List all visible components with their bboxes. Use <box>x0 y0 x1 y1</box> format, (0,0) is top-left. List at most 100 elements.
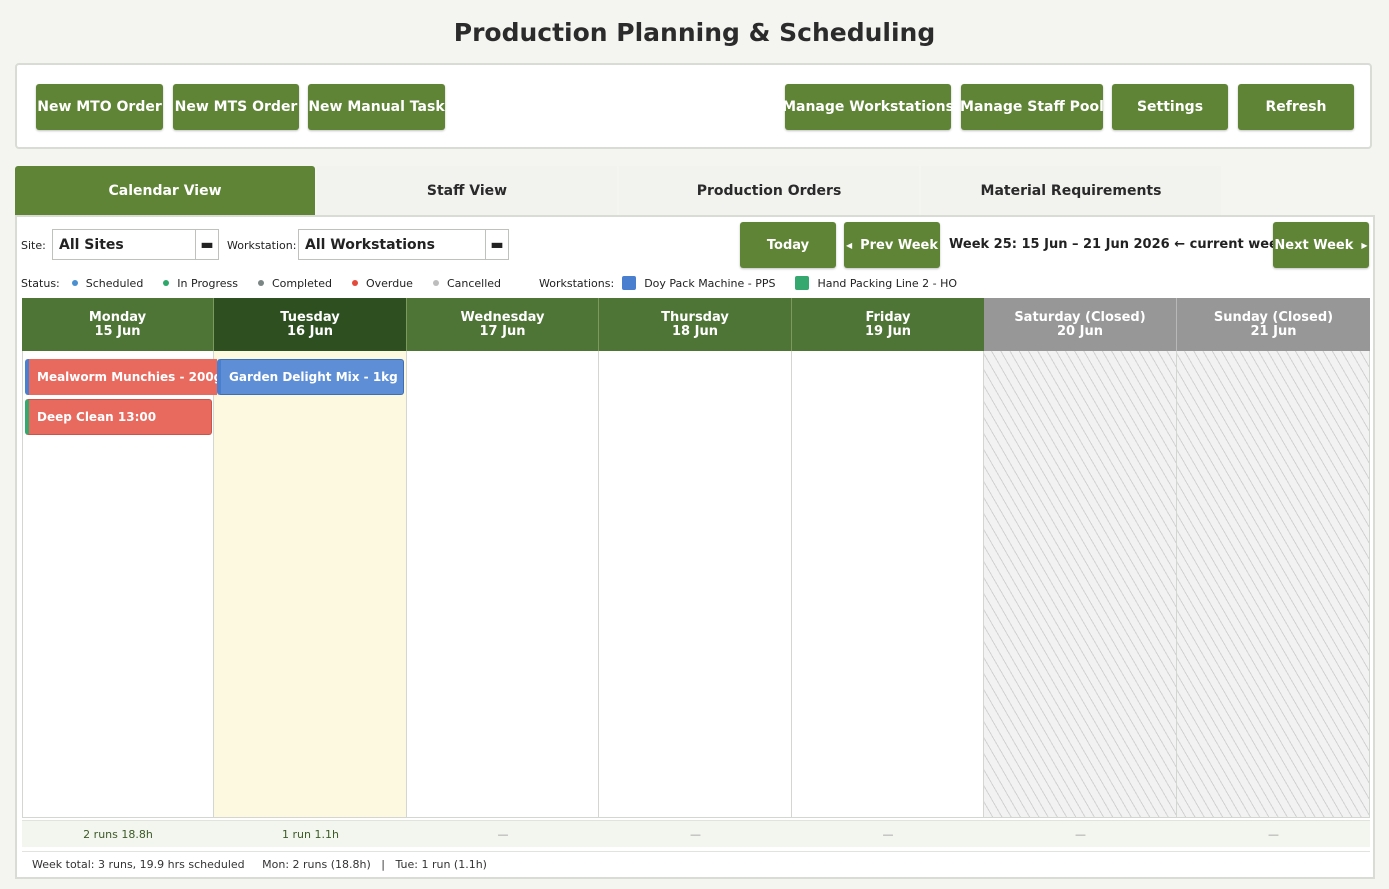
day-date: 17 Jun <box>479 323 526 339</box>
dropdown-icon[interactable]: ▬ <box>485 230 508 259</box>
toolbar: New MTO Order New MTS Order New Manual T… <box>15 63 1372 149</box>
prev-week-label: Prev Week <box>860 237 939 253</box>
legend-item-completed: Completed <box>257 276 332 290</box>
new-mto-order-button[interactable]: New MTO Order <box>36 84 163 130</box>
legend-label: Completed <box>271 276 332 290</box>
prev-week-button[interactable]: ◀ Prev Week <box>844 222 940 268</box>
tab-production-orders[interactable]: Production Orders <box>619 166 919 215</box>
site-select[interactable]: All Sites ▬ <box>52 229 219 260</box>
legend-label: Hand Packing Line 2 - HO <box>817 276 958 290</box>
dropdown-icon[interactable]: ▬ <box>195 230 218 259</box>
day-header: Thursday 18 Jun <box>599 298 792 351</box>
refresh-button[interactable]: Refresh <box>1238 84 1354 130</box>
day-name: Wednesday <box>460 309 545 325</box>
day-name: Sunday (Closed) <box>1213 309 1334 325</box>
tab-staff-view[interactable]: Staff View <box>317 166 617 215</box>
day-date: 18 Jun <box>672 323 718 339</box>
legend-label: Doy Pack Machine - PPS <box>644 276 776 290</box>
legend-item-hand-packing: Hand Packing Line 2 - HO <box>795 276 957 290</box>
next-week-label: Next Week <box>1274 237 1354 253</box>
day-summary-tuesday: 1 run 1.1h <box>282 827 339 841</box>
event-deep-clean[interactable]: Deep Clean 13:00 <box>25 399 212 435</box>
workstation-select-value: All Workstations <box>305 236 435 253</box>
new-manual-task-button[interactable]: New Manual Task <box>308 84 445 130</box>
status-legend: Status: Scheduled In Progress Completed … <box>21 276 957 290</box>
legend-item-in-progress: In Progress <box>163 277 238 290</box>
day-column-wednesday[interactable]: Wednesday 17 Jun <box>407 298 599 818</box>
workstation-select[interactable]: All Workstations ▬ <box>298 229 509 260</box>
workstation-label: Workstation: <box>227 239 297 252</box>
day-column-sunday[interactable]: Sunday (Closed) 21 Jun <box>1177 298 1370 818</box>
day-date: 15 Jun <box>94 323 141 339</box>
day-summary-thursday: — <box>690 827 701 841</box>
day-body-closed <box>984 351 1177 818</box>
day-summary-monday: 2 runs 18.8h <box>83 827 153 841</box>
legend-label: In Progress <box>177 276 238 290</box>
day-header: Saturday (Closed) 20 Jun <box>984 298 1177 351</box>
view-tabs: Calendar View Staff View Production Orde… <box>15 166 1222 215</box>
day-header: Monday 15 Jun <box>22 298 214 351</box>
legend-item-scheduled: Scheduled <box>71 276 144 290</box>
day-name: Tuesday <box>280 309 340 325</box>
tab-calendar-view[interactable]: Calendar View <box>15 166 315 215</box>
day-summary-sunday: — <box>1268 827 1279 841</box>
day-header: Tuesday 16 Jun <box>214 298 407 351</box>
status-dot-icon <box>257 280 264 286</box>
day-summary-row: 2 runs 18.8h 1 run 1.1h — — — — — <box>22 820 1370 847</box>
day-header: Sunday (Closed) 21 Jun <box>1177 298 1370 351</box>
legend-label: Cancelled <box>446 276 502 290</box>
arrow-left-icon: ◀ <box>845 240 853 250</box>
day-header: Wednesday 17 Jun <box>407 298 599 351</box>
site-select-value: All Sites <box>59 236 124 253</box>
day-column-thursday[interactable]: Thursday 18 Jun <box>599 298 792 818</box>
color-swatch-icon <box>795 276 810 290</box>
day-name: Saturday (Closed) <box>1014 309 1146 325</box>
manage-workstations-button[interactable]: Manage Workstations <box>782 84 954 130</box>
today-button[interactable]: Today <box>740 222 836 268</box>
day-column-friday[interactable]: Friday 19 Jun <box>792 298 984 818</box>
legend-item-doy-pack: Doy Pack Machine - PPS <box>622 276 775 290</box>
day-summary-friday: — <box>882 827 894 841</box>
next-week-button[interactable]: Next Week ▶ <box>1273 222 1369 268</box>
day-name: Friday <box>865 309 911 325</box>
day-summary-saturday: — <box>1075 827 1086 841</box>
day-body[interactable] <box>792 351 984 818</box>
status-dot-icon <box>432 280 439 286</box>
day-name: Thursday <box>661 309 729 325</box>
status-dot-icon <box>351 280 358 286</box>
status-dot-icon <box>71 280 78 286</box>
week-info: Week 25: 15 Jun – 21 Jun 2026 ← current … <box>949 237 1287 252</box>
legend-item-overdue: Overdue <box>351 276 413 290</box>
manage-staff-pool-button[interactable]: Manage Staff Pool <box>960 84 1104 130</box>
status-dot-icon <box>163 280 170 286</box>
day-column-saturday[interactable]: Saturday (Closed) 20 Jun <box>984 298 1177 818</box>
day-name: Monday <box>88 309 147 325</box>
status-legend-label: Status: <box>21 276 60 290</box>
event-garden-delight-mix[interactable]: Garden Delight Mix - 1kg 15:... <box>217 359 404 395</box>
legend-label: Overdue <box>365 276 413 290</box>
calendar-grid: Monday 15 Jun Tuesday 16 Jun Wednesday 17 J… <box>22 298 1370 818</box>
day-date: 21 Jun <box>1250 323 1297 339</box>
settings-button[interactable]: Settings <box>1112 84 1228 130</box>
day-date: 16 Jun <box>287 323 333 339</box>
week-total-footer: Week total: 3 runs, 19.9 hrs scheduled M… <box>22 851 1370 877</box>
tab-material-requirements[interactable]: Material Requirements <box>921 166 1221 215</box>
page-title: Production Planning & Scheduling <box>453 18 936 47</box>
day-summary-wednesday: — <box>497 827 509 841</box>
legend-item-cancelled: Cancelled <box>432 276 502 290</box>
arrow-right-icon: ▶ <box>1361 240 1368 250</box>
day-body[interactable] <box>407 351 599 818</box>
legend-label: Scheduled <box>85 276 144 290</box>
day-body[interactable] <box>214 351 407 818</box>
new-mts-order-button[interactable]: New MTS Order <box>173 84 299 130</box>
site-label: Site: <box>21 239 46 252</box>
day-body[interactable] <box>599 351 792 818</box>
day-body-closed <box>1177 351 1370 818</box>
day-date: 19 Jun <box>865 323 911 339</box>
color-swatch-icon <box>622 276 637 290</box>
day-date: 20 Jun <box>1057 323 1103 339</box>
event-mealworm-munchies[interactable]: Mealworm Munchies - 200g 08:00 <box>25 359 217 395</box>
workstations-legend-label: Workstations: <box>539 276 615 290</box>
day-header: Friday 19 Jun <box>792 298 984 351</box>
calendar-panel: Site: All Sites ▬ Workstation: All Works… <box>15 215 1375 879</box>
